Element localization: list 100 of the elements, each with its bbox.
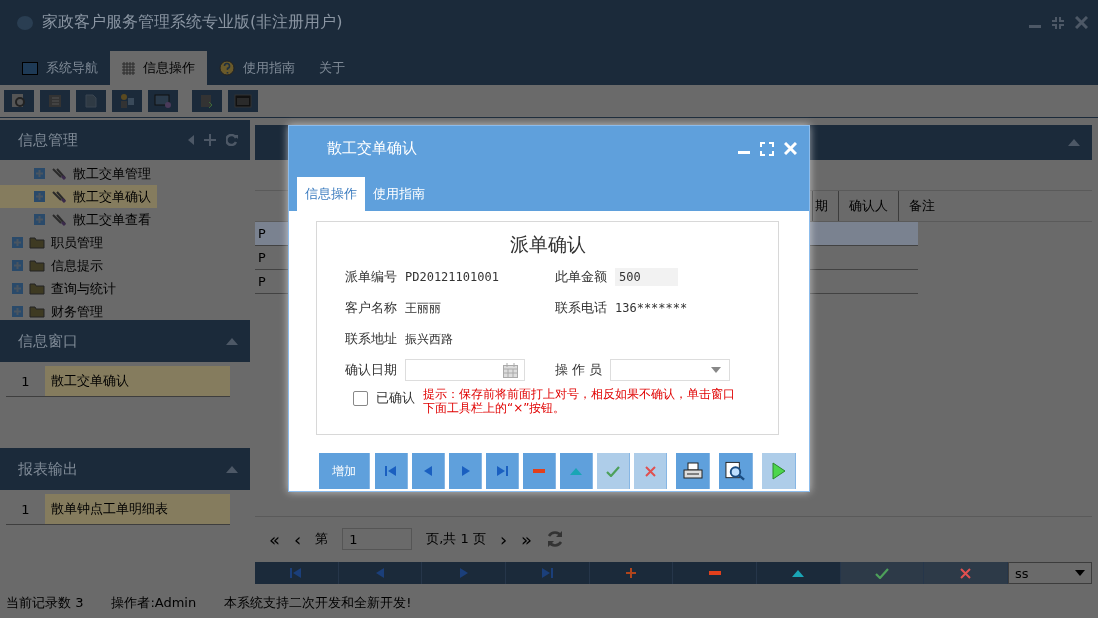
nav-button[interactable] bbox=[673, 562, 758, 584]
collapse-icon[interactable] bbox=[1068, 139, 1080, 146]
cross-icon bbox=[960, 567, 972, 579]
item-label: 散单钟点工单明细表 bbox=[45, 494, 230, 524]
list-icon bbox=[48, 94, 62, 108]
operator-select[interactable] bbox=[610, 359, 731, 381]
window-icon bbox=[22, 61, 38, 75]
dialog-title: 散工交单确认 bbox=[327, 139, 418, 158]
folder-icon bbox=[29, 282, 45, 295]
last-page-icon[interactable]: » bbox=[521, 528, 533, 550]
tab[interactable]: 使用指南 bbox=[207, 51, 307, 85]
expand-icon[interactable] bbox=[12, 306, 23, 317]
triangle-up-icon bbox=[792, 569, 805, 577]
field-label: 客户名称 bbox=[345, 299, 397, 317]
expand-icon[interactable] bbox=[34, 168, 45, 179]
row-number: 1 bbox=[20, 372, 31, 391]
column-header[interactable]: 确认人 bbox=[838, 191, 898, 221]
tab[interactable]: 信息操作 bbox=[110, 51, 207, 85]
maximize-icon[interactable] bbox=[760, 141, 774, 156]
field-value: 振兴西路 bbox=[405, 330, 453, 348]
expand-icon[interactable] bbox=[12, 260, 23, 271]
expand-icon[interactable] bbox=[12, 237, 23, 248]
field-label: 联系电话 bbox=[555, 299, 607, 317]
page-field[interactable]: 1 bbox=[342, 528, 413, 550]
calendar-icon[interactable] bbox=[503, 362, 518, 378]
restore-icon[interactable] bbox=[1051, 15, 1065, 30]
close-icon[interactable] bbox=[1075, 16, 1088, 29]
collapse-icon[interactable] bbox=[226, 465, 238, 473]
page-count: 页,共 1 页 bbox=[426, 530, 486, 548]
field-label: 操 作 员 bbox=[555, 361, 603, 379]
field-label: 派单编号 bbox=[345, 268, 397, 286]
expand-icon[interactable] bbox=[12, 283, 23, 294]
add-icon[interactable] bbox=[204, 134, 216, 146]
date-field[interactable] bbox=[405, 359, 525, 381]
toolbar-button[interactable] bbox=[676, 453, 710, 489]
field-value: 500 bbox=[615, 268, 678, 286]
previous-icon bbox=[375, 568, 385, 578]
tools-icon bbox=[51, 189, 67, 204]
folder-icon bbox=[29, 259, 45, 272]
collapse-left-icon[interactable] bbox=[188, 135, 194, 145]
tools-icon bbox=[51, 212, 67, 227]
dropdown-icon bbox=[1075, 570, 1085, 576]
page-label: 第 bbox=[315, 530, 329, 548]
tab[interactable]: 关于 bbox=[307, 51, 357, 85]
page-size-select[interactable]: ss bbox=[1008, 562, 1092, 584]
window-title: 家政客户服务管理系统专业版(非注册用户) bbox=[42, 12, 344, 33]
play-icon bbox=[771, 462, 786, 480]
tab[interactable]: 使用指南 bbox=[365, 177, 433, 211]
list-item[interactable]: 1 散工交单确认 bbox=[6, 366, 230, 397]
item-label: 散工交单确认 bbox=[45, 366, 230, 396]
tree-item[interactable]: 散工交单确认 bbox=[0, 185, 157, 208]
previous-page-icon[interactable]: ‹ bbox=[294, 528, 302, 550]
next-page-icon[interactable]: › bbox=[499, 528, 508, 550]
status-text: 当前记录数 3 bbox=[6, 594, 84, 612]
add-button[interactable]: 增加 bbox=[319, 453, 370, 489]
field-label: 确认日期 bbox=[345, 361, 397, 379]
column-header[interactable]: 期 bbox=[812, 191, 838, 221]
panel-title: 报表输出 bbox=[18, 459, 79, 479]
tab[interactable]: 信息操作 bbox=[297, 177, 365, 211]
expand-icon[interactable] bbox=[34, 191, 45, 202]
refresh-icon[interactable] bbox=[226, 134, 238, 146]
checkbox[interactable] bbox=[353, 391, 368, 406]
field-value: 136******* bbox=[615, 301, 688, 315]
refresh-icon[interactable] bbox=[546, 530, 565, 548]
tree-item[interactable]: 财务管理 bbox=[0, 300, 109, 320]
triangle-up-icon bbox=[570, 467, 582, 475]
tools-icon bbox=[51, 166, 67, 181]
first-page-icon[interactable]: « bbox=[269, 528, 280, 550]
window-icon bbox=[234, 94, 252, 108]
tab[interactable]: 系统导航 bbox=[10, 51, 110, 85]
panel-title: 信息管理 bbox=[18, 130, 79, 150]
tree-item[interactable]: 散工交单查看 bbox=[0, 208, 157, 231]
minus-icon bbox=[533, 469, 545, 473]
field-label: 联系地址 bbox=[345, 330, 397, 348]
collapse-icon[interactable] bbox=[226, 337, 238, 345]
status-text: 本系统支持二次开发和全新开发! bbox=[224, 594, 412, 612]
list-item[interactable]: 1 散单钟点工单明细表 bbox=[6, 494, 230, 525]
help-icon bbox=[219, 60, 235, 76]
last-icon bbox=[496, 466, 508, 476]
first-icon bbox=[385, 466, 397, 476]
toolbar-button[interactable] bbox=[719, 453, 753, 489]
monitor-icon bbox=[154, 94, 172, 108]
expand-icon[interactable] bbox=[34, 214, 45, 225]
tree-item[interactable]: 查询与统计 bbox=[0, 277, 122, 300]
search-icon bbox=[11, 93, 27, 109]
tree-item[interactable]: 信息提示 bbox=[0, 254, 109, 277]
nav-button[interactable] bbox=[757, 562, 841, 584]
column-header[interactable]: 备注 bbox=[898, 191, 945, 221]
user-icon bbox=[119, 93, 135, 109]
next-icon bbox=[459, 568, 469, 578]
export-icon bbox=[200, 94, 214, 108]
tree-item[interactable]: 散工交单管理 bbox=[0, 162, 157, 185]
printer-icon bbox=[682, 462, 703, 480]
document-icon bbox=[85, 94, 97, 108]
field-value: 王丽丽 bbox=[405, 299, 441, 317]
check-icon bbox=[875, 567, 890, 579]
tree-item[interactable]: 职员管理 bbox=[0, 231, 109, 254]
field-label: 此单金额 bbox=[555, 268, 607, 286]
status-text: 操作者:Admin bbox=[111, 594, 197, 612]
dropdown-icon bbox=[711, 367, 722, 373]
